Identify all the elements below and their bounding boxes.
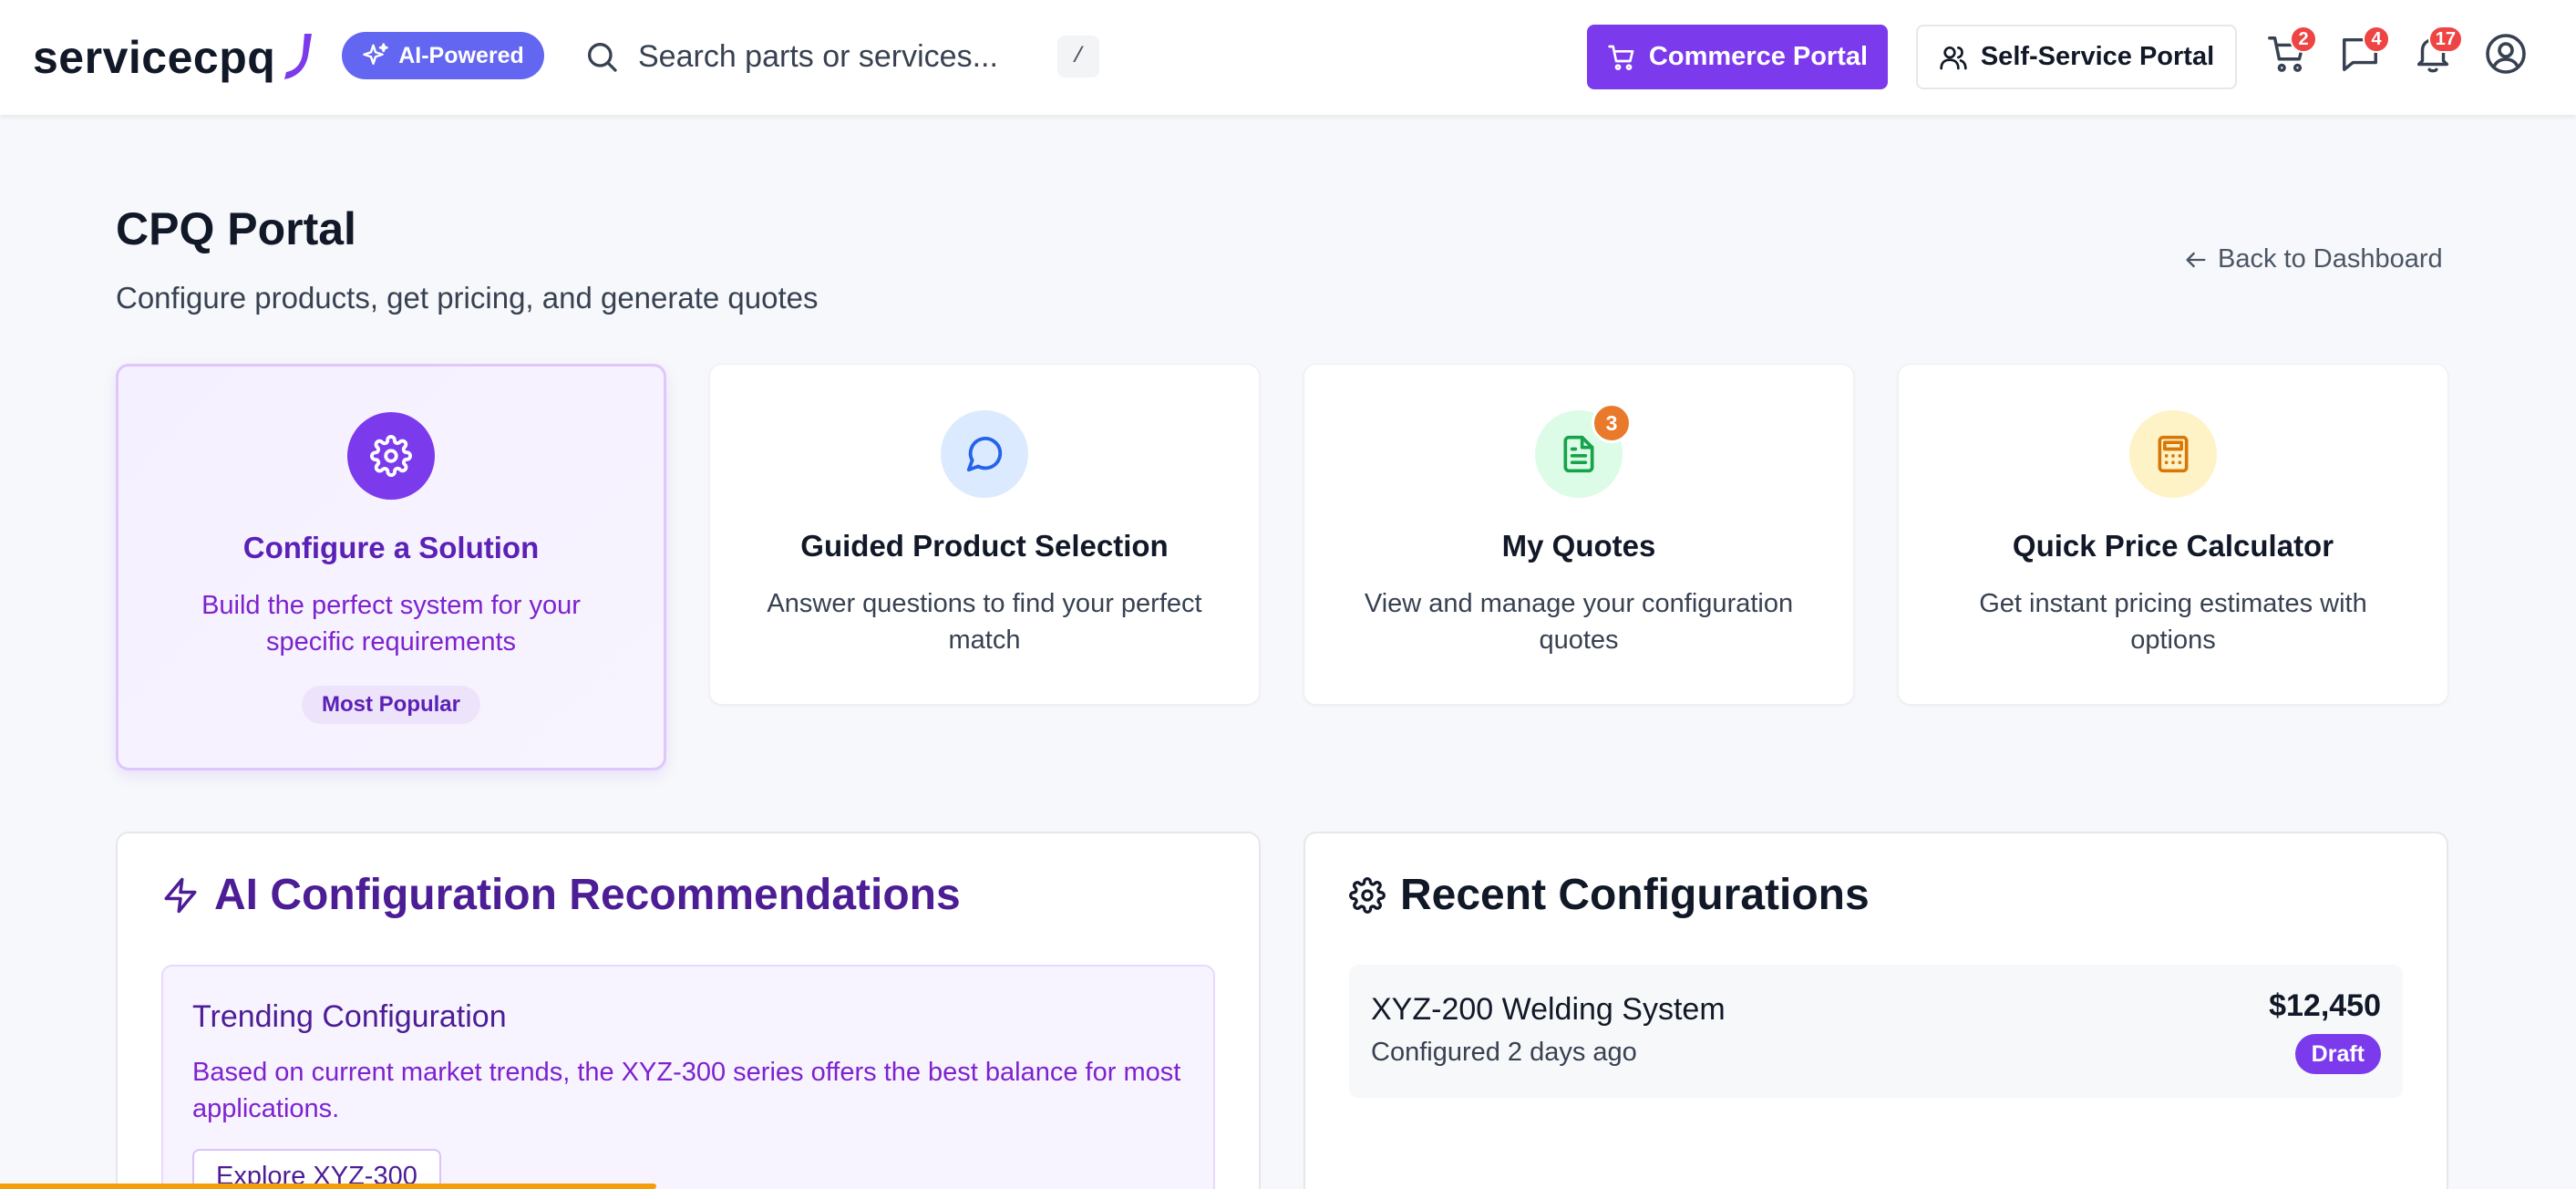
card-description: Get instant pricing estimates with optio… — [1979, 589, 2367, 655]
card-description: Build the perfect system for your specif… — [201, 591, 581, 657]
top-header: servicecpq AI-Powered / Commerce Portal … — [0, 0, 2576, 115]
back-to-dashboard-link[interactable]: Back to Dashboard — [2183, 244, 2443, 274]
card-icon-wrap — [2129, 410, 2217, 498]
card-icon-wrap — [941, 410, 1028, 498]
quick-price-calculator-card[interactable]: Quick Price Calculator Get instant prici… — [1898, 364, 2448, 705]
configuration-name: XYZ-200 Welding System — [1371, 992, 1726, 1027]
trending-title: Trending Configuration — [192, 999, 507, 1034]
notifications-button[interactable]: 17 — [2408, 26, 2463, 78]
gear-icon — [370, 435, 412, 477]
card-title: My Quotes — [1501, 529, 1656, 563]
card-title: Guided Product Selection — [800, 529, 1169, 563]
calculator-icon — [2158, 435, 2189, 473]
logo-swoosh-icon — [284, 34, 313, 79]
search-icon — [588, 43, 617, 72]
configure-solution-card[interactable]: Configure a Solution Build the perfect s… — [116, 364, 666, 770]
quotes-count-badge: 3 — [1592, 403, 1632, 443]
search-input[interactable] — [638, 38, 1039, 75]
page-title: CPQ Portal — [116, 203, 356, 254]
commerce-portal-button[interactable]: Commerce Portal — [1587, 25, 1888, 89]
cart-count-badge: 2 — [2290, 26, 2317, 53]
commerce-portal-label: Commerce Portal — [1648, 42, 1869, 71]
self-service-portal-button[interactable]: Self-Service Portal — [1916, 25, 2237, 89]
search-shortcut-key: / — [1057, 36, 1099, 78]
configuration-time: Configured 2 days ago — [1371, 1038, 1637, 1067]
card-title: Configure a Solution — [242, 531, 540, 564]
cart-button[interactable]: 2 — [2262, 26, 2317, 78]
user-profile-button[interactable] — [2481, 29, 2530, 78]
self-service-label: Self-Service Portal — [1980, 42, 2215, 71]
messages-button[interactable]: 4 — [2335, 26, 2390, 78]
trending-text: Based on current market trends, the XYZ-… — [192, 1058, 1181, 1123]
status-badge: Draft — [2294, 1034, 2381, 1074]
document-icon — [1563, 435, 1594, 473]
card-title: Quick Price Calculator — [2012, 529, 2334, 563]
logo[interactable]: servicecpq — [33, 26, 317, 89]
ai-powered-badge: AI-Powered — [342, 32, 544, 79]
card-icon-wrap: 3 — [1535, 403, 1632, 498]
panel-title: Recent Configurations — [1349, 870, 1870, 920]
card-description: Answer questions to find your perfect ma… — [767, 589, 1202, 655]
card-description: View and manage your configuration quote… — [1364, 589, 1794, 655]
configuration-price: $12,450 — [2269, 988, 2381, 1023]
arrow-left-icon — [2186, 252, 2206, 267]
notifications-count-badge: 17 — [2427, 26, 2463, 53]
page-subtitle: Configure products, get pricing, and gen… — [116, 281, 819, 315]
recent-configurations-title: Recent Configurations — [1400, 871, 1870, 919]
cart-icon — [1608, 45, 1634, 70]
panel-title: AI Configuration Recommendations — [161, 870, 961, 920]
ai-badge-label: AI-Powered — [398, 42, 524, 68]
recent-configurations-panel: Recent Configurations XYZ-200 Welding Sy… — [1303, 832, 2448, 1189]
guided-product-selection-card[interactable]: Guided Product Selection Answer question… — [709, 364, 1260, 705]
logo-text: servicecpq — [33, 32, 276, 83]
sparkles-icon — [363, 43, 388, 65]
my-quotes-card[interactable]: 3 My Quotes View and manage your configu… — [1303, 364, 1854, 705]
search-bar: / — [583, 27, 1099, 86]
recent-configuration-row[interactable]: XYZ-200 Welding System Configured 2 days… — [1349, 965, 2403, 1098]
user-circle-icon — [2486, 34, 2526, 74]
users-icon — [1940, 46, 1967, 69]
messages-count-badge: 4 — [2363, 26, 2390, 53]
card-icon-wrap — [347, 412, 435, 500]
trending-configuration-box: Trending Configuration Based on current … — [161, 965, 1215, 1189]
ai-recommendations-panel: AI Configuration Recommendations Trendin… — [116, 832, 1261, 1189]
chat-bubble-icon — [966, 437, 1003, 472]
most-popular-tag: Most Popular — [301, 686, 481, 724]
page-loading-bar — [0, 1184, 656, 1189]
back-link-label: Back to Dashboard — [2218, 244, 2443, 274]
ai-recommendations-title: AI Configuration Recommendations — [214, 871, 961, 919]
gear-icon — [1349, 876, 1386, 914]
lightning-icon — [164, 877, 197, 913]
